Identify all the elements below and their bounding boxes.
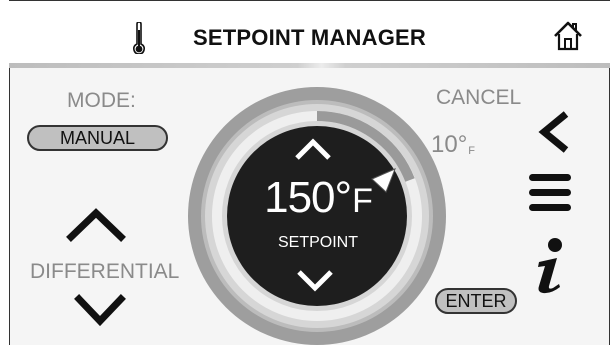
- chevron-left-icon[interactable]: [536, 110, 572, 154]
- setpoint-value: 150°F: [264, 173, 373, 222]
- mode-label: MODE:: [67, 89, 136, 112]
- header-bar: SETPOINT MANAGER: [9, 1, 610, 63]
- thermometer-icon: [133, 22, 145, 54]
- setpoint-label: SETPOINT: [277, 234, 358, 251]
- setpoint-down-icon[interactable]: [295, 268, 335, 294]
- hamburger-menu-icon[interactable]: [527, 170, 573, 216]
- page-title: SETPOINT MANAGER: [193, 25, 426, 50]
- differential-down-icon[interactable]: [74, 293, 126, 329]
- differential-up-icon[interactable]: [65, 205, 127, 243]
- cancel-label[interactable]: CANCEL: [436, 86, 521, 110]
- info-icon[interactable]: [527, 236, 573, 296]
- thermostat-screen: SETPOINT MANAGER MODE: MANUAL DIFFERENTI…: [0, 0, 616, 345]
- home-icon[interactable]: [553, 20, 583, 52]
- differential-label: DIFFERENTIAL: [30, 260, 180, 283]
- enter-button[interactable]: ENTER: [435, 288, 517, 314]
- setpoint-up-icon[interactable]: [293, 136, 333, 162]
- mode-manual-button[interactable]: MANUAL: [27, 125, 168, 151]
- header-divider: [9, 63, 610, 68]
